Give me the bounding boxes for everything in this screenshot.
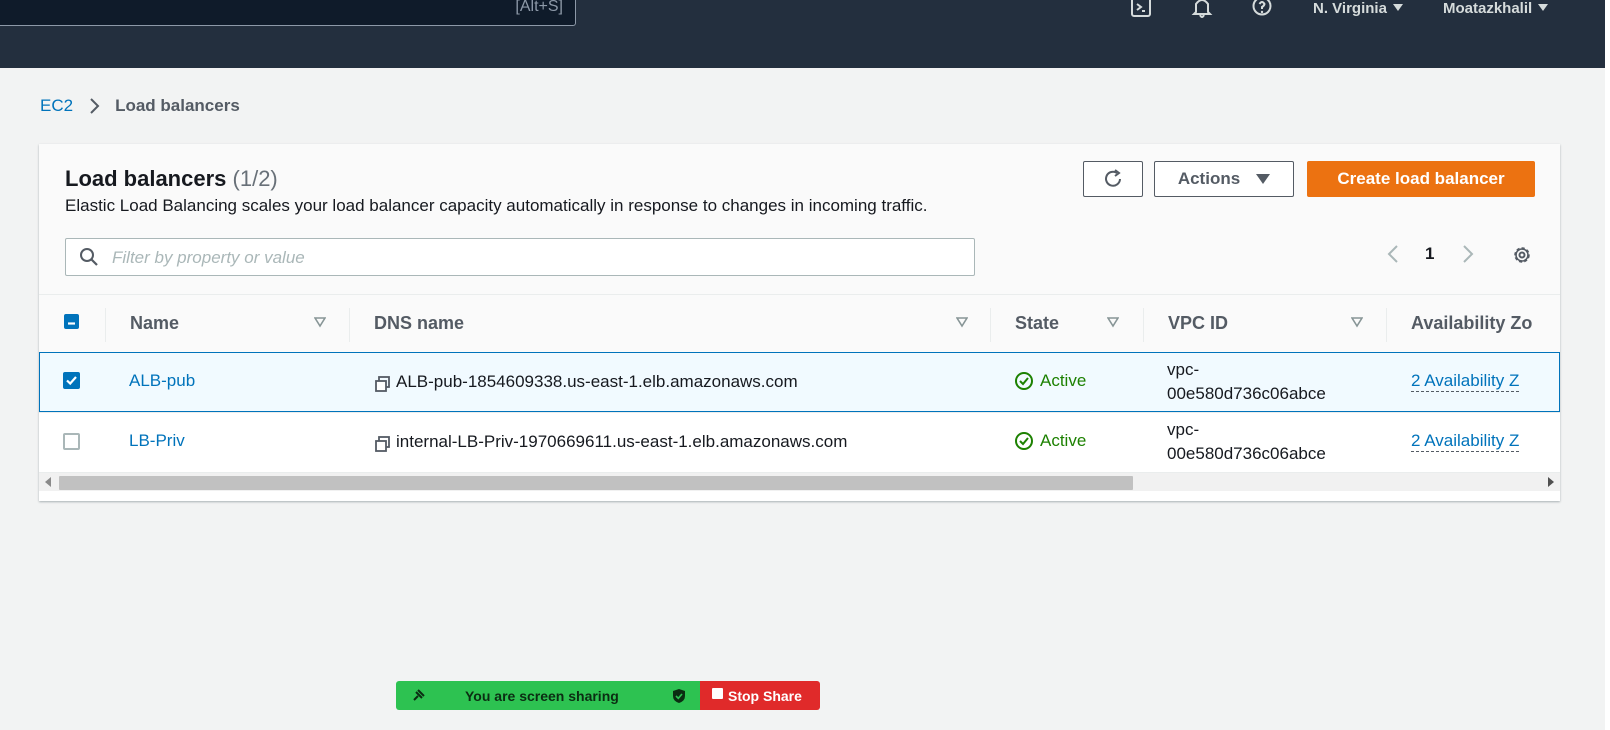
breadcrumb-current: Load balancers — [115, 96, 240, 115]
availability-zones-link[interactable]: 2 Availability Z — [1411, 431, 1520, 452]
caret-down-icon — [1256, 174, 1271, 184]
sort-icon[interactable] — [314, 316, 326, 328]
page-title: Load balancers (1/2) — [65, 166, 278, 192]
column-divider[interactable] — [1386, 308, 1387, 342]
column-divider — [105, 308, 106, 342]
status-text: Active — [1040, 431, 1087, 450]
chevron-right-icon — [90, 98, 100, 114]
status-badge: Active — [1014, 431, 1086, 451]
settings-icon[interactable] — [1511, 244, 1533, 266]
terminal-icon[interactable] — [1130, 0, 1152, 22]
load-balancer-name-link[interactable]: LB-Priv — [129, 431, 185, 451]
region-label: N. Virginia — [1313, 0, 1387, 17]
help-icon[interactable] — [1251, 0, 1273, 22]
previous-page-icon[interactable] — [1385, 244, 1403, 264]
indeterminate-icon — [68, 322, 75, 325]
column-divider[interactable] — [990, 308, 991, 342]
screen-sharing-text: You are screen sharing — [465, 688, 619, 704]
column-divider[interactable] — [1143, 308, 1144, 342]
sort-icon[interactable] — [1107, 316, 1119, 328]
vpc-id-line1: vpc- — [1167, 360, 1200, 379]
column-header-state[interactable]: State — [1015, 313, 1059, 334]
global-search-box[interactable]: [Alt+S] — [0, 0, 576, 26]
screen-share-bar: You are screen sharing Stop Share — [396, 681, 820, 710]
select-all-checkbox[interactable] — [64, 314, 79, 329]
row-checkbox[interactable] — [63, 372, 80, 389]
vpc-id-cell: vpc- 00e580d736c06abce — [1167, 418, 1326, 466]
column-divider[interactable] — [349, 308, 350, 342]
vpc-id-line1: vpc- — [1167, 420, 1200, 439]
vpc-id-line2: 00e580d736c06abce — [1167, 444, 1326, 463]
panel-description: Elastic Load Balancing scales your load … — [65, 196, 928, 215]
chevron-down-icon — [1392, 4, 1403, 11]
selection-count: (1/2) — [232, 166, 278, 191]
scroll-right-arrow-icon[interactable] — [1548, 477, 1554, 487]
refresh-icon — [1105, 169, 1121, 187]
filter-input[interactable] — [110, 247, 964, 269]
vpc-id-line2: 00e580d736c06abce — [1167, 384, 1326, 403]
stop-share-button[interactable]: Stop Share — [700, 681, 820, 710]
dns-name-text: internal-LB-Priv-1970669611.us-east-1.el… — [396, 432, 848, 451]
breadcrumb: EC2 Load balancers — [40, 96, 240, 116]
checkmark-icon — [66, 376, 77, 386]
status-text: Active — [1040, 371, 1087, 390]
table-header: Name DNS name State VPC ID Availability … — [39, 294, 1560, 354]
filter-box — [65, 238, 975, 276]
horizontal-scrollbar[interactable] — [39, 473, 1560, 491]
create-load-balancer-button[interactable]: Create load balancer — [1307, 161, 1535, 197]
chevron-down-icon — [1538, 4, 1549, 11]
stop-square-icon — [712, 688, 723, 699]
title-text: Load balancers — [65, 166, 227, 191]
actions-button[interactable]: Actions — [1154, 161, 1294, 197]
dns-name-cell: internal-LB-Priv-1970669611.us-east-1.el… — [374, 431, 847, 453]
status-ok-icon — [1015, 372, 1033, 390]
bell-icon[interactable] — [1191, 0, 1213, 22]
column-header-name[interactable]: Name — [130, 313, 179, 334]
refresh-button[interactable] — [1083, 161, 1143, 197]
table-row[interactable]: LB-Priv internal-LB-Priv-1970669611.us-e… — [39, 412, 1560, 473]
breadcrumb-ec2-link[interactable]: EC2 — [40, 96, 73, 116]
load-balancer-name-link[interactable]: ALB-pub — [129, 371, 195, 391]
search-icon — [80, 248, 98, 266]
copy-icon[interactable] — [374, 435, 392, 453]
account-menu[interactable]: Moatazkhalil — [1443, 0, 1549, 17]
sort-icon[interactable] — [956, 316, 968, 328]
region-selector[interactable]: N. Virginia — [1313, 0, 1403, 17]
shield-icon — [673, 689, 685, 703]
dns-name-cell: ALB-pub-1854609338.us-east-1.elb.amazona… — [374, 371, 798, 393]
column-header-dns[interactable]: DNS name — [374, 313, 464, 334]
scroll-left-arrow-icon[interactable] — [45, 477, 51, 487]
vpc-id-cell: vpc- 00e580d736c06abce — [1167, 358, 1326, 406]
top-nav: [Alt+S] N. Virginia Moatazkhalil — [0, 0, 1605, 68]
stop-share-label: Stop Share — [728, 688, 802, 704]
table-row[interactable]: ALB-pub ALB-pub-1854609338.us-east-1.elb… — [39, 352, 1560, 413]
column-header-vpc[interactable]: VPC ID — [1168, 313, 1228, 334]
status-badge: Active — [1014, 371, 1086, 391]
actions-label: Actions — [1177, 169, 1241, 188]
search-shortcut-hint: [Alt+S] — [515, 0, 563, 15]
status-ok-icon — [1015, 432, 1033, 450]
column-header-az[interactable]: Availability Zo — [1411, 313, 1532, 334]
dns-name-text: ALB-pub-1854609338.us-east-1.elb.amazona… — [396, 372, 798, 391]
copy-icon[interactable] — [374, 375, 392, 393]
page-scrollbar[interactable] — [1605, 0, 1610, 730]
next-page-icon[interactable] — [1458, 244, 1476, 264]
row-checkbox[interactable] — [63, 433, 80, 450]
scrollbar-thumb[interactable] — [59, 476, 1133, 490]
account-name: Moatazkhalil — [1443, 0, 1533, 17]
current-page-number[interactable]: 1 — [1425, 244, 1434, 264]
availability-zones-link[interactable]: 2 Availability Z — [1411, 371, 1520, 392]
panel-header: Load balancers (1/2) Elastic Load Balanc… — [39, 144, 1560, 294]
sort-icon[interactable] — [1351, 316, 1363, 328]
pin-icon[interactable] — [410, 688, 426, 704]
screen-sharing-indicator: You are screen sharing — [396, 681, 700, 710]
load-balancers-panel: Load balancers (1/2) Elastic Load Balanc… — [39, 144, 1560, 501]
